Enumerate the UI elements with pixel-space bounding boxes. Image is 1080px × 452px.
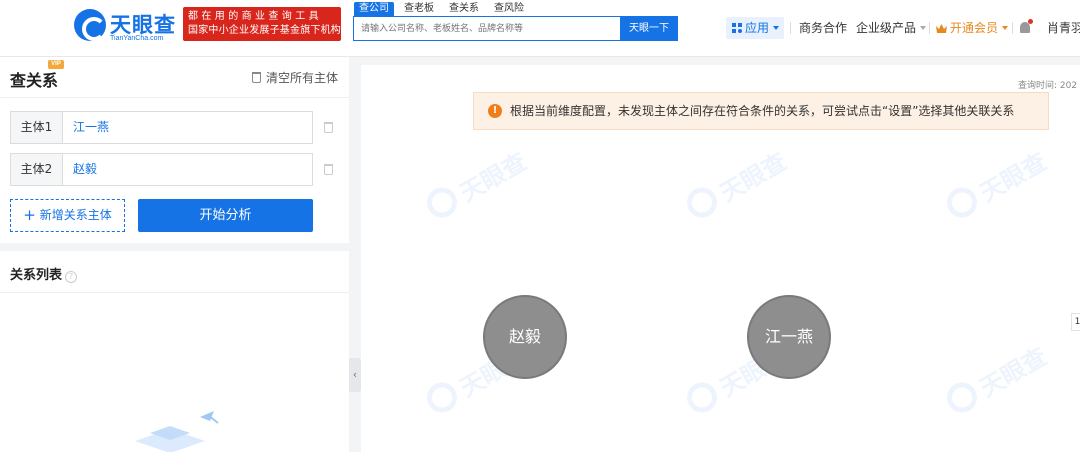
no-relation-alert: ! 根据当前维度配置，未发现主体之间存在符合条件的关系，可尝试点击“设置”选择其… bbox=[473, 92, 1049, 130]
nav-member-menu[interactable]: 开通会员 bbox=[936, 17, 1009, 39]
watermark-text: 天眼查 bbox=[715, 147, 792, 208]
graph-node-subject[interactable]: 赵毅 bbox=[483, 295, 567, 379]
alert-text: 根据当前维度配置，未发现主体之间存在符合条件的关系，可尝试点击“设置”选择其他关… bbox=[510, 104, 1015, 118]
grid-icon bbox=[732, 23, 742, 33]
search-tabs: 查公司 查老板 查关系 查风险 bbox=[354, 2, 534, 16]
watermark-text: 天眼查 bbox=[975, 342, 1052, 403]
query-time: 查询时间: 202 bbox=[1018, 81, 1078, 91]
watermark: 天眼查 bbox=[679, 133, 803, 228]
delete-subject-2-icon[interactable] bbox=[324, 164, 333, 175]
tianyancha-logo-icon bbox=[74, 9, 106, 41]
watermark: 天眼查 bbox=[939, 328, 1063, 423]
search-tab-company[interactable]: 查公司 bbox=[354, 2, 394, 16]
subject-2-label: 主体2 bbox=[11, 154, 63, 185]
vip-badge: VIP bbox=[48, 60, 64, 69]
nav-divider bbox=[790, 22, 791, 34]
bell-icon bbox=[1020, 19, 1033, 33]
collapse-panel-button[interactable]: ‹ bbox=[349, 358, 361, 392]
nav-divider bbox=[929, 22, 930, 34]
search-button[interactable]: 天眼一下 bbox=[620, 16, 678, 41]
divider bbox=[0, 292, 349, 293]
relation-list-label: 关系列表 bbox=[10, 268, 63, 283]
nav-business[interactable]: 商务合作 bbox=[799, 17, 847, 39]
relation-list-title: 关系列表? bbox=[10, 264, 78, 283]
divider bbox=[0, 97, 349, 98]
chevron-down-icon bbox=[1002, 26, 1009, 30]
logo-domain: TianYanCha.com bbox=[110, 35, 164, 42]
chevron-left-icon: ‹ bbox=[352, 368, 358, 381]
subject-2-value[interactable]: 赵毅 bbox=[73, 154, 97, 185]
chevron-down-icon bbox=[773, 26, 780, 30]
search-tab-boss[interactable]: 查老板 bbox=[399, 2, 439, 16]
side-tab-number[interactable]: 1 bbox=[1071, 313, 1080, 331]
nav-app-label: 应用 bbox=[745, 21, 770, 35]
watermark-text: 天眼查 bbox=[975, 147, 1052, 208]
user-name[interactable]: 肖青羽 bbox=[1047, 17, 1080, 39]
add-subject-button[interactable]: + 新增关系主体 bbox=[10, 199, 125, 232]
empty-state-illustration bbox=[135, 411, 219, 452]
nav-divider bbox=[1012, 22, 1013, 34]
notification-dot bbox=[1028, 19, 1033, 24]
notification-button[interactable] bbox=[1020, 17, 1033, 39]
subject-1-field[interactable]: 主体1 江一燕 bbox=[10, 111, 313, 144]
search-input[interactable] bbox=[354, 17, 620, 40]
help-icon[interactable]: ? bbox=[65, 271, 78, 283]
search-tab-risk[interactable]: 查风险 bbox=[489, 2, 529, 16]
panel-title: 查关系 bbox=[10, 71, 59, 90]
clear-all-button[interactable]: 清空所有主体 bbox=[252, 69, 338, 86]
clear-all-label: 清空所有主体 bbox=[266, 71, 339, 85]
slogan-line-2: 国家中小企业发展子基金旗下机构 bbox=[188, 25, 341, 36]
nav-member-label: 开通会员 bbox=[950, 21, 999, 35]
crown-icon bbox=[936, 24, 947, 33]
search-box bbox=[353, 16, 621, 41]
relation-graph-canvas[interactable]: 天眼查 天眼查 天眼查 天眼查 天眼查 天眼查 查询时间: 202 ! 根据当前… bbox=[361, 65, 1080, 452]
site-logo[interactable]: 天眼查 TianYanCha.com bbox=[74, 9, 180, 43]
delete-subject-1-icon[interactable] bbox=[324, 122, 333, 133]
subject-1-label: 主体1 bbox=[11, 112, 63, 143]
relation-list-panel: 关系列表? bbox=[0, 251, 349, 452]
relation-query-panel: 查关系 VIP 清空所有主体 主体1 江一燕 主体2 赵毅 + 新增关系主体 开始… bbox=[0, 57, 349, 243]
subject-1-value[interactable]: 江一燕 bbox=[73, 112, 109, 143]
nav-app-menu[interactable]: 应用 bbox=[726, 17, 784, 39]
slogan-line-1: 都在用的商业查询工具 bbox=[188, 11, 322, 22]
add-subject-label: 新增关系主体 bbox=[39, 208, 112, 222]
nav-enterprise-menu[interactable]: 企业级产品 bbox=[856, 17, 927, 39]
chevron-down-icon bbox=[920, 26, 927, 30]
watermark: 天眼查 bbox=[939, 133, 1063, 228]
subject-2-field[interactable]: 主体2 赵毅 bbox=[10, 153, 313, 186]
watermark: 天眼查 bbox=[419, 133, 543, 228]
warning-icon: ! bbox=[488, 104, 502, 118]
top-header: 天眼查 TianYanCha.com 都在用的商业查询工具 国家中小企业发展子基… bbox=[0, 0, 1080, 57]
plus-icon: + bbox=[23, 206, 36, 224]
watermark-text: 天眼查 bbox=[455, 147, 532, 208]
slogan-banner: 都在用的商业查询工具 国家中小企业发展子基金旗下机构 bbox=[183, 7, 341, 41]
graph-node-subject[interactable]: 江一燕 bbox=[747, 295, 831, 379]
search-tab-relation[interactable]: 查关系 bbox=[444, 2, 484, 16]
nav-enterprise-label: 企业级产品 bbox=[856, 21, 917, 35]
trash-icon bbox=[252, 72, 261, 83]
start-analysis-button[interactable]: 开始分析 bbox=[138, 199, 313, 232]
